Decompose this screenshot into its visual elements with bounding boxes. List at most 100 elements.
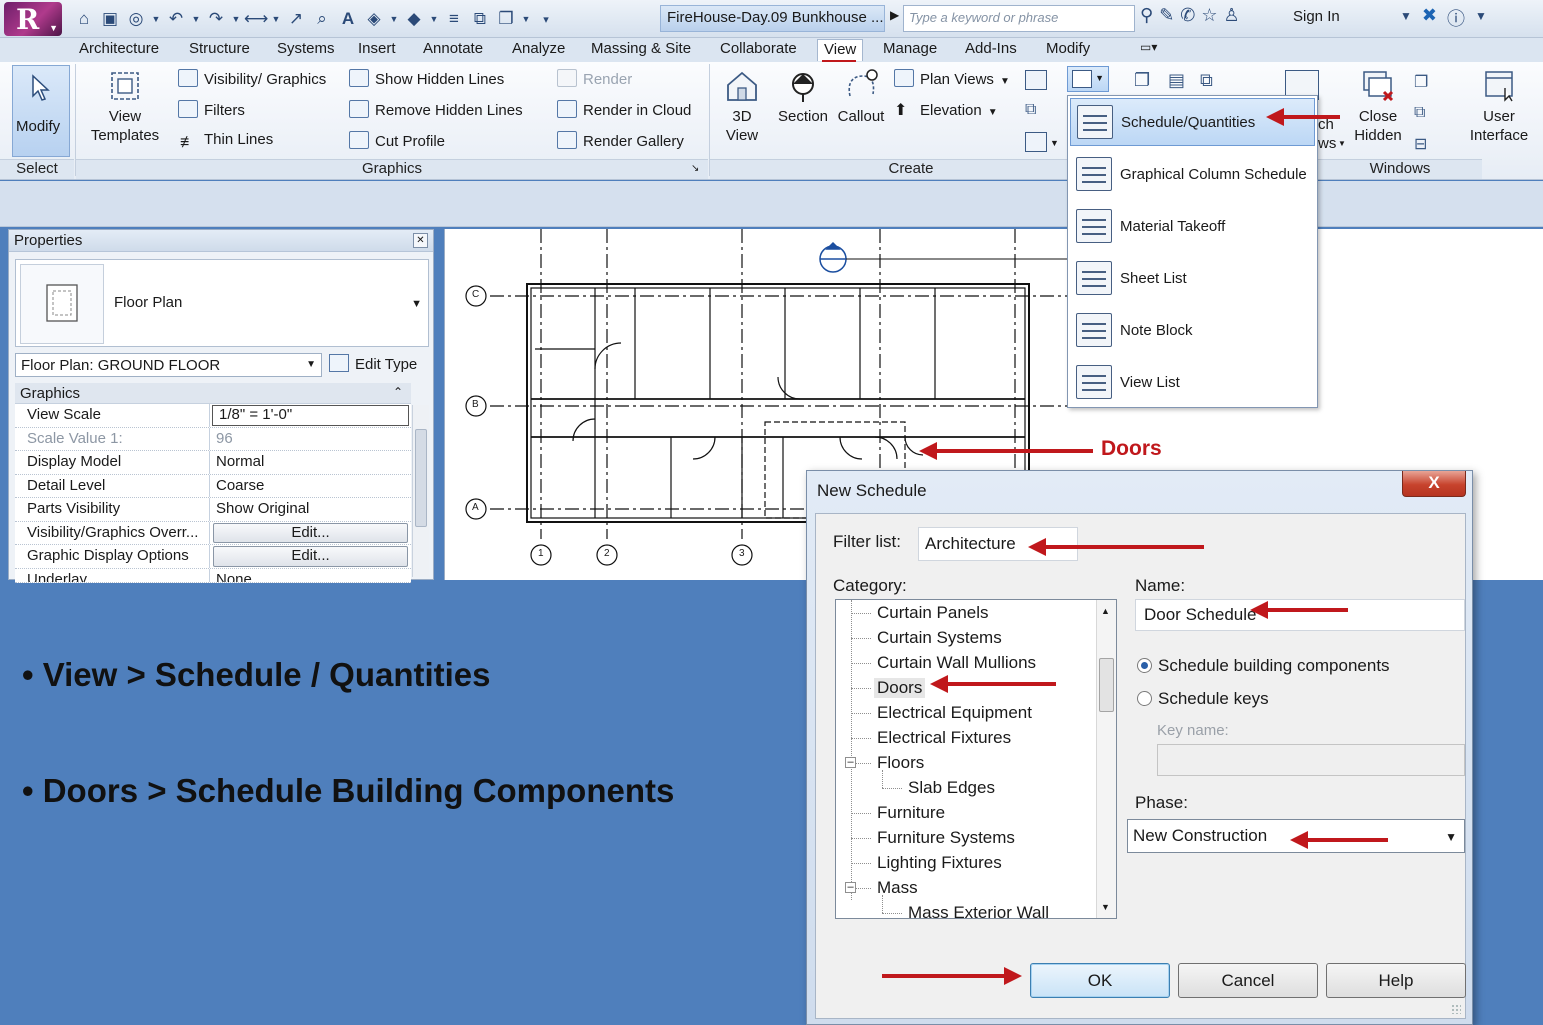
chevron-down-icon[interactable]: ▼ [270, 14, 282, 24]
duplicate-view-icon[interactable]: ⧉ [1025, 101, 1036, 119]
render-in-cloud-button[interactable]: Render in Cloud [557, 100, 691, 119]
category-item[interactable]: Curtain Wall Mullions [877, 653, 1036, 673]
3d-view-button[interactable]: 3D View [720, 68, 764, 145]
panel-dialog-launcher-icon[interactable]: ↘ [691, 163, 699, 174]
section-icon[interactable]: ◆ [402, 9, 426, 29]
tab-collaborate[interactable]: Collaborate [714, 39, 803, 61]
thin-lines-button[interactable]: ≢ Thin Lines [178, 131, 273, 152]
chevron-down-icon[interactable]: ▼ [388, 14, 400, 24]
chevron-down-icon[interactable]: ▼ [520, 14, 532, 24]
filters-button[interactable]: Filters [178, 100, 245, 119]
close-hidden-button[interactable]: Close Hidden [1350, 68, 1406, 145]
property-value[interactable]: None [210, 569, 411, 582]
tab-annotate[interactable]: Annotate [417, 39, 489, 61]
category-item-doors[interactable]: Doors [874, 678, 926, 698]
cascade-icon[interactable]: ⧉ [1414, 104, 1425, 122]
resize-grip[interactable] [1451, 1004, 1461, 1014]
modify-button[interactable]: Modify [12, 65, 70, 157]
render-gallery-button[interactable]: Render Gallery [557, 131, 684, 150]
user-icon[interactable]: ♙ [1224, 5, 1240, 26]
category-item[interactable]: Electrical Equipment [877, 703, 1032, 723]
plan-views-button[interactable]: Plan Views ▼ [894, 69, 1010, 88]
tag-icon[interactable]: ⌕ [310, 9, 334, 29]
callout-button[interactable]: Callout [832, 68, 890, 126]
edit-type-button[interactable]: Edit Type [329, 354, 417, 373]
tab-massing-site[interactable]: Massing & Site [585, 39, 697, 61]
filter-list-select[interactable]: Architecture [918, 527, 1078, 561]
instance-selector[interactable]: Floor Plan: GROUND FLOOR ▼ [15, 353, 322, 377]
chevron-down-icon[interactable]: ▼ [1475, 9, 1487, 31]
render-button[interactable]: Render [557, 69, 632, 88]
view-templates-button[interactable]: View Templates [86, 68, 164, 145]
tab-add-ins[interactable]: Add-Ins [959, 39, 1023, 61]
expand-search-icon[interactable]: ▶ [890, 8, 899, 22]
sign-in-link[interactable]: Sign In [1293, 8, 1340, 25]
category-item[interactable]: Lighting Fixtures [877, 853, 1002, 873]
section-button[interactable]: Section [773, 68, 833, 126]
menu-item-view-list[interactable]: View List [1070, 358, 1315, 406]
tab-analyze[interactable]: Analyze [506, 39, 571, 61]
close-button[interactable]: X [1402, 471, 1466, 497]
user-interface-button[interactable]: User Interface [1462, 68, 1536, 145]
category-item[interactable]: Curtain Panels [877, 603, 989, 623]
binoculars-icon[interactable]: ⚲ [1140, 5, 1153, 26]
scroll-down-icon[interactable]: ▼ [1101, 902, 1110, 912]
tab-structure[interactable]: Structure [183, 39, 256, 61]
chevron-down-icon[interactable]: ▼ [230, 14, 242, 24]
chevron-down-icon[interactable]: ▼ [190, 14, 202, 24]
collapse-icon[interactable]: – [845, 882, 856, 893]
help-icon[interactable]: ⓘ [1447, 5, 1465, 31]
chevron-down-icon[interactable]: ▼ [411, 298, 422, 310]
properties-scrollbar[interactable] [412, 405, 429, 577]
visibility-graphics-button[interactable]: Visibility/ Graphics [178, 69, 326, 88]
tab-systems[interactable]: Systems [271, 39, 341, 61]
chevron-down-icon[interactable]: ▼ [1400, 9, 1412, 31]
category-tree[interactable]: – – Curtain Panels Curtain Systems Curta… [835, 599, 1117, 919]
category-item[interactable]: Floors [877, 753, 924, 773]
dimension-icon[interactable]: ↗ [284, 9, 308, 29]
category-item[interactable]: Electrical Fixtures [877, 728, 1011, 748]
schedule-keys-radio[interactable]: Schedule keys [1137, 689, 1269, 709]
category-item[interactable]: Mass [877, 878, 918, 898]
cancel-button[interactable]: Cancel [1178, 963, 1318, 998]
3d-view-icon[interactable]: ◈ [362, 9, 386, 29]
tab-architecture[interactable]: Architecture [73, 39, 165, 61]
category-scrollbar[interactable]: ▲ ▼ [1096, 600, 1116, 918]
edit-button[interactable]: Edit... [213, 522, 408, 543]
thin-lines-icon[interactable]: ≡ [442, 9, 466, 29]
view-scale-field[interactable]: 1/8" = 1'-0" [212, 405, 409, 426]
remove-hidden-lines-button[interactable]: Remove Hidden Lines [349, 100, 523, 119]
show-hidden-lines-button[interactable]: Show Hidden Lines [349, 69, 504, 88]
property-value[interactable]: Show Original [210, 498, 411, 521]
property-value[interactable]: Coarse [210, 475, 411, 498]
menu-item-sheet-list[interactable]: Sheet List [1070, 254, 1315, 302]
chevron-down-icon[interactable]: ▼ [1338, 139, 1346, 148]
customize-qat-icon[interactable]: ▾ [534, 13, 558, 26]
drafting-view-icon[interactable] [1025, 70, 1047, 90]
ok-button[interactable]: OK [1030, 963, 1170, 998]
schedule-name-input[interactable]: Door Schedule [1135, 599, 1465, 631]
menu-item-note-block[interactable]: Note Block [1070, 306, 1315, 354]
close-hidden-icon[interactable]: ⧉ [468, 9, 492, 29]
redo-icon[interactable]: ↷ [204, 9, 228, 29]
category-item[interactable]: Mass Exterior Wall [908, 903, 1049, 918]
chevron-down-icon[interactable]: ▼ [428, 14, 440, 24]
menu-item-material-takeoff[interactable]: Material Takeoff [1070, 202, 1315, 250]
switch-windows-icon[interactable]: ❐ [494, 9, 518, 29]
favorites-icon[interactable]: ☆ [1201, 5, 1217, 26]
tab-modify[interactable]: Modify [1040, 39, 1096, 61]
communication-icon[interactable]: ✆ [1180, 5, 1195, 26]
property-value[interactable]: Normal [210, 451, 411, 474]
matchline-icon[interactable]: ⧉ [1200, 70, 1213, 91]
legends-icon[interactable] [1025, 132, 1047, 152]
collapse-icon[interactable]: – [845, 757, 856, 768]
graphics-section-header[interactable]: Graphics ⌃ [15, 383, 411, 404]
title-block-icon[interactable]: ▤ [1168, 70, 1185, 91]
chevron-down-icon[interactable]: ▼ [1050, 138, 1059, 148]
exchange-apps-icon[interactable]: ✖ [1422, 5, 1437, 31]
tab-insert[interactable]: Insert [352, 39, 402, 61]
search-input[interactable]: Type a keyword or phrase [903, 5, 1135, 32]
scrollbar-thumb[interactable] [1099, 658, 1114, 712]
menu-item-graphical-column-schedule[interactable]: Graphical Column Schedule [1070, 150, 1315, 198]
category-item[interactable]: Furniture Systems [877, 828, 1015, 848]
